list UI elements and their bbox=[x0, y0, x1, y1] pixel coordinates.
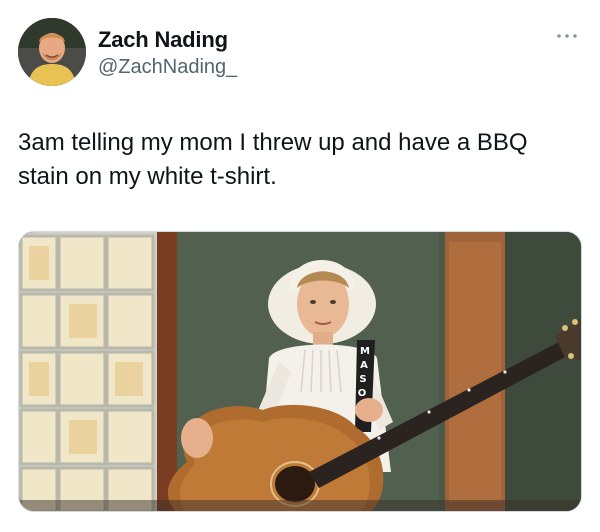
avatar-portrait-icon bbox=[18, 18, 86, 86]
more-options-button[interactable] bbox=[554, 26, 580, 46]
author-display-name[interactable]: Zach Nading bbox=[98, 27, 228, 53]
strap-letter-1: M bbox=[360, 346, 370, 357]
strap-letter-2: A bbox=[360, 360, 368, 371]
strap-letter-3: S bbox=[359, 374, 366, 385]
more-horizontal-icon bbox=[557, 34, 577, 38]
author-handle[interactable]: @ZachNading_ bbox=[98, 56, 237, 79]
photo-boy-with-guitar: M A S O bbox=[19, 232, 581, 511]
tweet-text: 3am telling my mom I threw up and have a… bbox=[18, 129, 528, 190]
strap-letter-4: O bbox=[358, 388, 367, 399]
glass-block-wall bbox=[19, 232, 159, 511]
tweet-media-photo[interactable]: M A S O bbox=[18, 231, 582, 512]
avatar[interactable] bbox=[18, 18, 86, 86]
